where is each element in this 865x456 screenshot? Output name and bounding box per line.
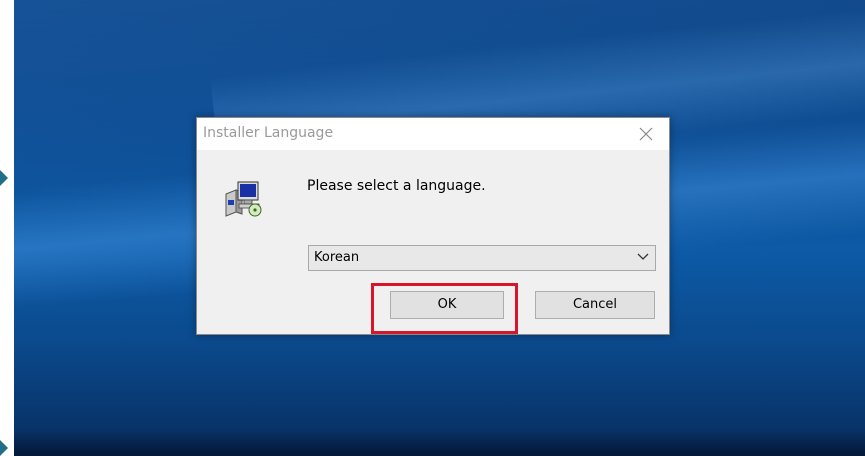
language-select[interactable]: Korean [308,245,656,271]
arrow-marker-icon [0,170,8,186]
close-icon [639,127,653,141]
desktop: Installer Language Please select a langu… [0,0,865,456]
language-select-value: Korean [314,250,360,265]
chevron-down-icon [637,253,649,260]
arrow-marker-icon [0,440,8,456]
dialog-title: Installer Language [203,125,334,141]
cancel-button[interactable]: Cancel [535,291,655,319]
wallpaper-shadow [14,430,865,456]
close-button[interactable] [623,118,669,150]
installer-computer-icon [222,178,262,218]
language-prompt: Please select a language. [307,178,486,194]
ok-button-highlight [371,283,518,334]
dialog-titlebar[interactable]: Installer Language [197,118,669,150]
left-margin-strip [0,0,14,456]
